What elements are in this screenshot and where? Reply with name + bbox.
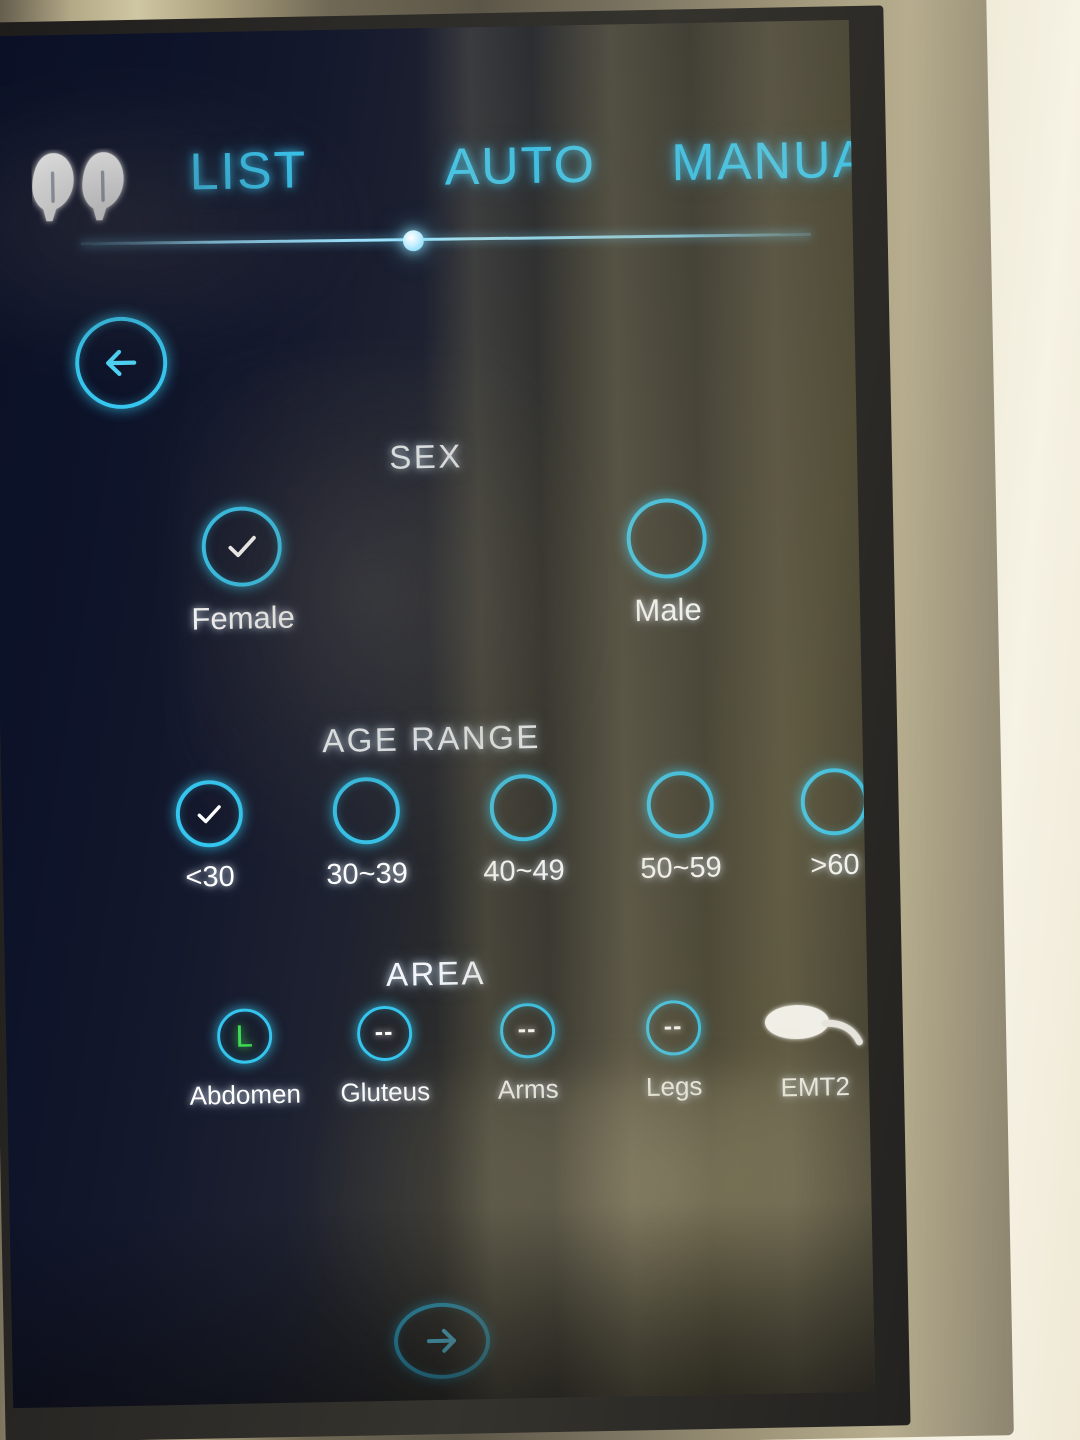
age-option-40-49[interactable]: 40~49 bbox=[447, 773, 599, 890]
touchscreen[interactable]: LIST AUTO MANUAL SEX Female Male AGE RAN… bbox=[0, 19, 876, 1409]
area-slot-gluteus[interactable]: -- bbox=[356, 1005, 413, 1062]
age-label-over-60: >60 bbox=[810, 848, 860, 882]
device-photo: LIST AUTO MANUAL SEX Female Male AGE RAN… bbox=[0, 0, 1080, 1440]
radio-age-over-60[interactable] bbox=[799, 767, 868, 836]
arrow-right-icon bbox=[427, 1328, 457, 1353]
area-label-abdomen: Abdomen bbox=[189, 1078, 302, 1111]
dual-applicator-icon bbox=[31, 148, 133, 230]
age-option-50-59[interactable]: 50~59 bbox=[604, 770, 756, 887]
back-button[interactable] bbox=[74, 316, 169, 410]
empty-slot-dashes: -- bbox=[517, 1014, 537, 1043]
tab-list[interactable]: LIST bbox=[189, 140, 308, 202]
section-title-area: AREA bbox=[385, 953, 487, 993]
section-title-age-range: AGE RANGE bbox=[321, 717, 542, 760]
tab-manual[interactable]: MANUAL bbox=[671, 129, 875, 193]
area-option-row: L Abdomen -- Gluteus -- Arms -- Legs EMT… bbox=[6, 997, 868, 1111]
age-option-30-39[interactable]: 30~39 bbox=[290, 776, 442, 893]
radio-age-50-59[interactable] bbox=[645, 770, 714, 839]
sex-label-male: Male bbox=[634, 591, 702, 629]
age-range-option-row: <30 30~39 40~49 50~59 >60 bbox=[1, 767, 868, 894]
radio-age-under-30[interactable] bbox=[174, 779, 244, 848]
area-option-arms[interactable]: -- Arms bbox=[452, 1002, 604, 1107]
radio-age-30-39[interactable] bbox=[331, 776, 400, 845]
radio-female[interactable] bbox=[200, 505, 283, 588]
check-icon bbox=[228, 535, 256, 558]
area-label-emt2: EMT2 bbox=[780, 1071, 851, 1103]
radio-age-40-49[interactable] bbox=[488, 773, 557, 842]
sex-label-female: Female bbox=[191, 599, 296, 637]
area-label-arms: Arms bbox=[497, 1073, 559, 1105]
empty-slot-dashes: -- bbox=[663, 1011, 683, 1041]
area-slot-abdomen[interactable]: L bbox=[216, 1008, 273, 1065]
area-slot-arms[interactable]: -- bbox=[499, 1002, 556, 1059]
radio-male[interactable] bbox=[625, 497, 708, 580]
area-option-gluteus[interactable]: -- Gluteus bbox=[309, 1005, 461, 1110]
age-label-50-59: 50~59 bbox=[639, 851, 723, 886]
age-option-over-60[interactable]: >60 bbox=[758, 767, 875, 884]
connected-channel-letter: L bbox=[235, 1018, 254, 1054]
area-slot-legs[interactable]: -- bbox=[645, 999, 702, 1056]
tab-auto[interactable]: AUTO bbox=[444, 135, 597, 198]
next-button[interactable] bbox=[393, 1301, 491, 1380]
sex-option-female[interactable]: Female bbox=[131, 504, 353, 638]
sex-option-male[interactable]: Male bbox=[556, 496, 778, 630]
section-title-sex: SEX bbox=[388, 437, 464, 476]
mode-tabs: LIST AUTO MANUAL bbox=[139, 130, 875, 220]
check-icon bbox=[197, 804, 221, 823]
area-label-gluteus: Gluteus bbox=[340, 1076, 431, 1108]
tab-slider-track[interactable] bbox=[80, 232, 811, 246]
age-label-under-30: <30 bbox=[185, 860, 235, 894]
tab-slider-thumb[interactable] bbox=[402, 230, 425, 252]
age-option-under-30[interactable]: <30 bbox=[133, 779, 285, 896]
empty-slot-dashes: -- bbox=[374, 1017, 394, 1046]
area-label-legs: Legs bbox=[645, 1070, 703, 1102]
ui-layer: LIST AUTO MANUAL SEX Female Male AGE RAN… bbox=[0, 20, 875, 1408]
top-navigation-bar: LIST AUTO MANUAL bbox=[0, 112, 875, 309]
sex-option-row: Female Male bbox=[0, 495, 858, 637]
arrow-left-icon bbox=[106, 349, 137, 377]
area-option-legs[interactable]: -- Legs bbox=[598, 999, 750, 1104]
area-option-abdomen[interactable]: L Abdomen bbox=[169, 1007, 321, 1112]
age-label-30-39: 30~39 bbox=[326, 857, 409, 892]
age-label-40-49: 40~49 bbox=[483, 854, 566, 889]
paddle-applicator-icon bbox=[759, 997, 870, 1057]
area-option-emt2[interactable]: EMT2 bbox=[739, 996, 876, 1104]
